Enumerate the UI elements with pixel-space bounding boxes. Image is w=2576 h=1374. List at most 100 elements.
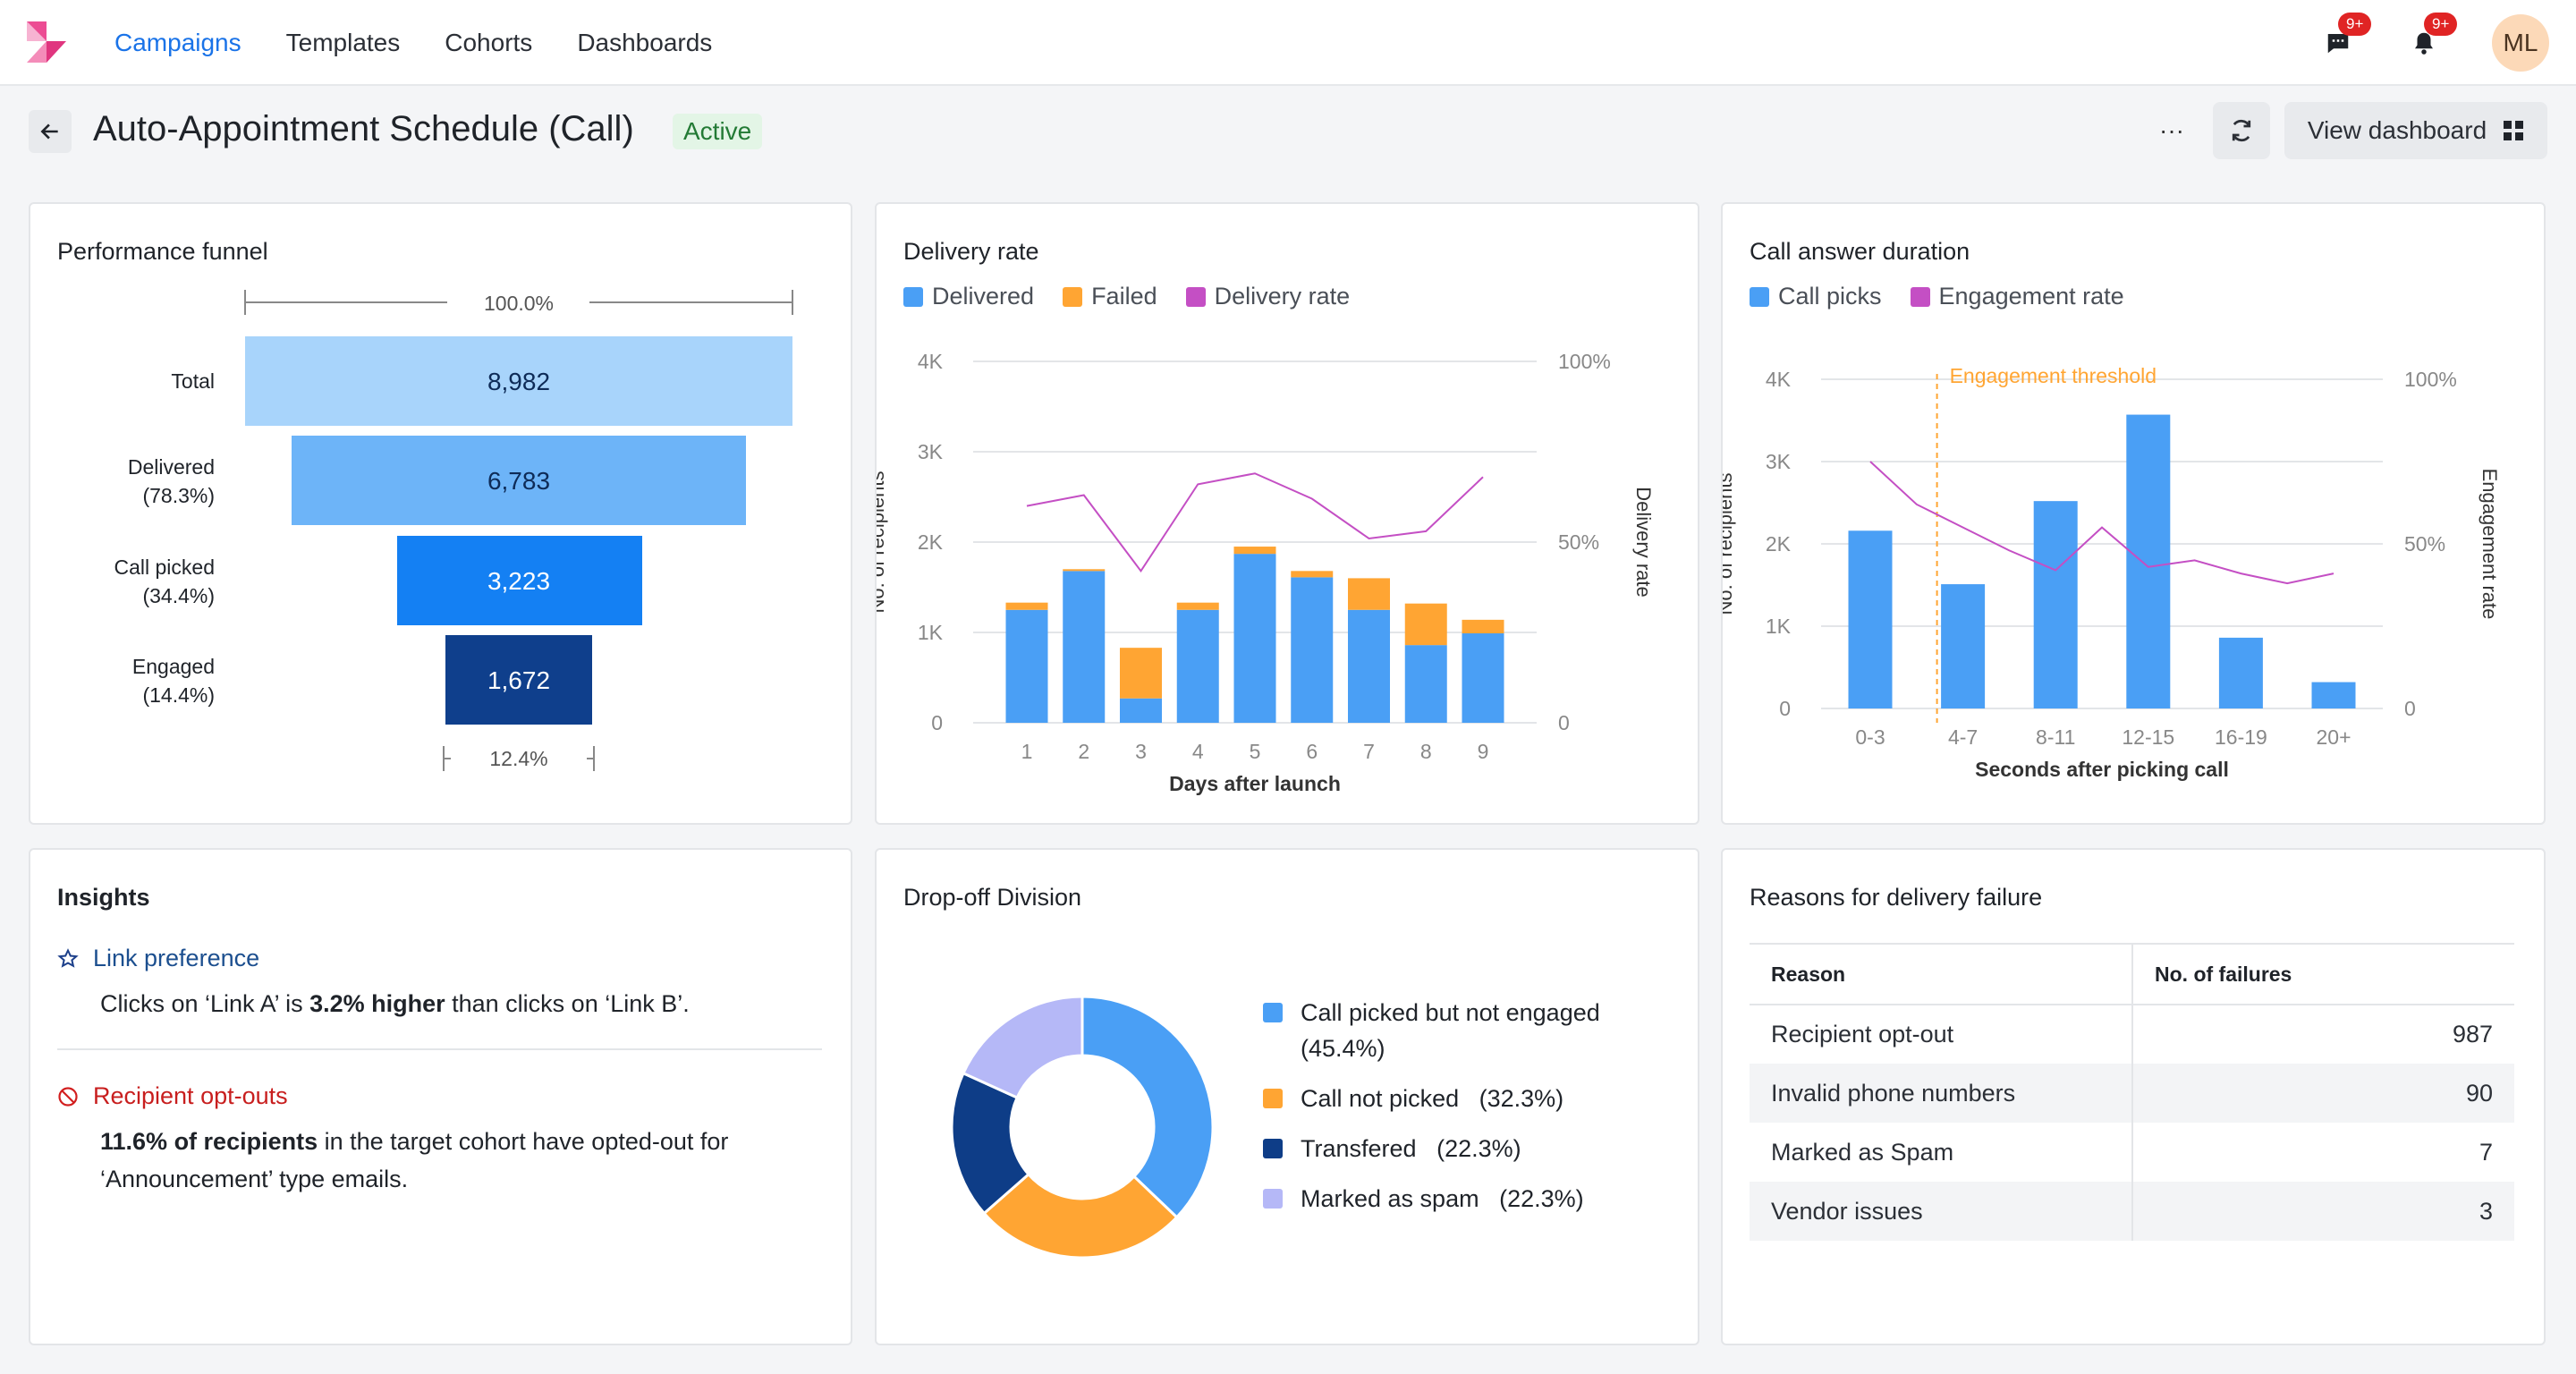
- more-options-button[interactable]: ···: [2150, 113, 2193, 148]
- funnel-top-pct: 100.0%: [484, 292, 554, 315]
- x-tick-label: 5: [1250, 740, 1261, 763]
- x-axis-title: Seconds after picking call: [1975, 758, 2229, 781]
- x-tick-label: 6: [1306, 740, 1318, 763]
- star-icon: [57, 947, 79, 968]
- column-header-reason[interactable]: Reason: [1750, 943, 2132, 1005]
- cell-reason: Vendor issues: [1750, 1182, 2132, 1241]
- table-row: Invalid phone numbers 90: [1750, 1064, 2514, 1123]
- column-header-failures[interactable]: No. of failures: [2131, 943, 2514, 1005]
- cell-reason: Recipient opt-out: [1771, 1021, 1954, 1047]
- bar-failed: [1233, 547, 1276, 555]
- y-tick-label: 2K: [1766, 532, 1792, 556]
- drop-off-donut-chart: [950, 995, 1215, 1260]
- dropoff-label-not-picked: Call not picked: [1301, 1085, 1460, 1112]
- bar-failed: [1404, 603, 1447, 646]
- y-tick-label: 4K: [1766, 368, 1792, 391]
- funnel-sub-engaged: (14.4%): [142, 683, 215, 707]
- dropoff-pct-not-engaged: (45.4%): [1301, 1035, 1385, 1062]
- dropoff-pct-transfered: (22.3%): [1436, 1135, 1521, 1162]
- bar-call-picks: [1848, 530, 1893, 708]
- grid-icon: [2504, 121, 2524, 140]
- bar-call-picks: [1941, 584, 1986, 708]
- page-title: Auto-Appointment Schedule (Call): [93, 109, 634, 148]
- x-tick-label: 4: [1192, 740, 1204, 763]
- x-axis-title: Days after launch: [1169, 772, 1341, 795]
- insight-optout-text-bold: 11.6% of recipients: [100, 1128, 318, 1155]
- nav-templates[interactable]: Templates: [286, 29, 401, 57]
- bar-delivered: [1176, 609, 1219, 723]
- funnel-value-delivered: 6,783: [487, 467, 550, 495]
- insight-link-text-bold: 3.2% higher: [309, 990, 445, 1017]
- app-logo[interactable]: [27, 21, 66, 63]
- bar-delivered: [1005, 609, 1048, 723]
- top-navigation-bar: Campaigns Templates Cohorts Dashboards 9…: [0, 0, 2576, 86]
- insight-opt-outs: Recipient opt-outs 11.6% of recipients i…: [57, 1082, 798, 1198]
- x-tick-label: 16-19: [2215, 725, 2267, 749]
- y2-tick-label: 0: [2404, 697, 2416, 720]
- bar-delivered: [1233, 554, 1276, 723]
- insight-link-heading: Link preference: [93, 945, 260, 971]
- funnel-bottom-pct: 12.4%: [489, 747, 547, 770]
- y-axis-title: No. of recipients: [877, 471, 888, 614]
- dropoff-label-not-engaged: Call picked but not engaged: [1301, 999, 1600, 1026]
- back-button[interactable]: [29, 110, 72, 153]
- funnel-value-engaged: 1,672: [487, 666, 550, 694]
- bar-delivered: [1462, 633, 1504, 723]
- nav-dashboards[interactable]: Dashboards: [577, 29, 712, 57]
- call-answer-duration-chart: 0 1K 2K 3K 4K 0 50% 100% No. of recipients Engage…: [1723, 364, 2501, 781]
- y2-axis-title: Delivery rate: [1632, 487, 1655, 597]
- y-tick-label: 3K: [918, 440, 944, 463]
- table-row: Vendor issues 3: [1750, 1182, 2514, 1241]
- y-tick-label: 1K: [918, 621, 944, 644]
- nav-cohorts[interactable]: Cohorts: [445, 29, 532, 57]
- bar-failed: [1291, 571, 1334, 578]
- funnel-label-delivered: Delivered: [128, 455, 215, 479]
- y2-axis-title: Engagement rate: [2479, 469, 2501, 620]
- y2-tick-label: 0: [1558, 711, 1570, 734]
- y-tick-label: 0: [1779, 697, 1791, 720]
- insights-card: Insights Link preference Clicks on ‘Link…: [29, 848, 852, 1345]
- funnel-value-call-picked: 3,223: [487, 567, 550, 595]
- dropoff-legend-not-picked[interactable]: Call not picked (32.3%): [1263, 1081, 1563, 1116]
- refresh-icon: [2232, 120, 2251, 141]
- dropoff-legend-transfered[interactable]: Transfered (22.3%): [1263, 1131, 1521, 1166]
- insights-title: Insights: [57, 884, 150, 911]
- delivery-failure-reasons-card: Reasons for delivery failure Reason No. …: [1721, 848, 2546, 1345]
- table-row: Marked as Spam 7: [1750, 1123, 2514, 1182]
- dropoff-legend-spam[interactable]: Marked as spam (22.3%): [1263, 1181, 1584, 1217]
- bar-delivered: [1120, 698, 1162, 723]
- bar-failed: [1005, 602, 1048, 610]
- refresh-button[interactable]: [2213, 102, 2270, 159]
- funnel-value-total: 8,982: [487, 368, 550, 395]
- y2-tick-label: 100%: [2404, 368, 2457, 391]
- dropoff-legend-not-engaged[interactable]: Call picked but not engaged (45.4%): [1263, 995, 1600, 1066]
- bar-call-picks: [2126, 414, 2171, 708]
- insight-optout-text: 11.6% of recipients in the target cohort…: [100, 1123, 798, 1198]
- x-tick-label: 8-11: [2036, 725, 2075, 749]
- bar-delivered: [1291, 577, 1334, 723]
- nav-campaigns[interactable]: Campaigns: [114, 29, 242, 57]
- y-tick-label: 3K: [1766, 450, 1792, 473]
- funnel-chart: 100.0% 8,982 Total 6,783 Delivered (78.3…: [114, 290, 793, 771]
- notifications-button[interactable]: 9+: [2406, 13, 2458, 61]
- view-dashboard-label: View dashboard: [2307, 116, 2487, 144]
- x-tick-label: 9: [1478, 740, 1489, 763]
- x-tick-label: 3: [1135, 740, 1147, 763]
- y2-tick-label: 50%: [2404, 532, 2445, 556]
- view-dashboard-button[interactable]: View dashboard: [2284, 102, 2547, 159]
- messages-button[interactable]: 9+: [2320, 13, 2372, 61]
- funnel-label-engaged: Engaged: [132, 655, 215, 678]
- user-avatar[interactable]: ML: [2492, 14, 2549, 72]
- table-row: Recipient opt-out 987: [1750, 1005, 2514, 1064]
- y-axis-title: No. of recipients: [1723, 473, 1736, 615]
- x-tick-label: 0-3: [1855, 725, 1885, 749]
- failures-title: Reasons for delivery failure: [1750, 884, 2043, 911]
- insight-link-preference: Link preference Clicks on ‘Link A’ is 3.…: [57, 945, 690, 1022]
- bar-call-picks: [2033, 501, 2078, 708]
- donut-slice-call-picked-but-not-engaged: [1080, 995, 1215, 1219]
- x-tick-label: 20+: [2316, 725, 2351, 749]
- bar-failed: [1176, 602, 1219, 610]
- prohibited-icon: [58, 1086, 78, 1107]
- funnel-label-total: Total: [171, 369, 215, 393]
- funnel-label-call-picked: Call picked: [114, 556, 216, 579]
